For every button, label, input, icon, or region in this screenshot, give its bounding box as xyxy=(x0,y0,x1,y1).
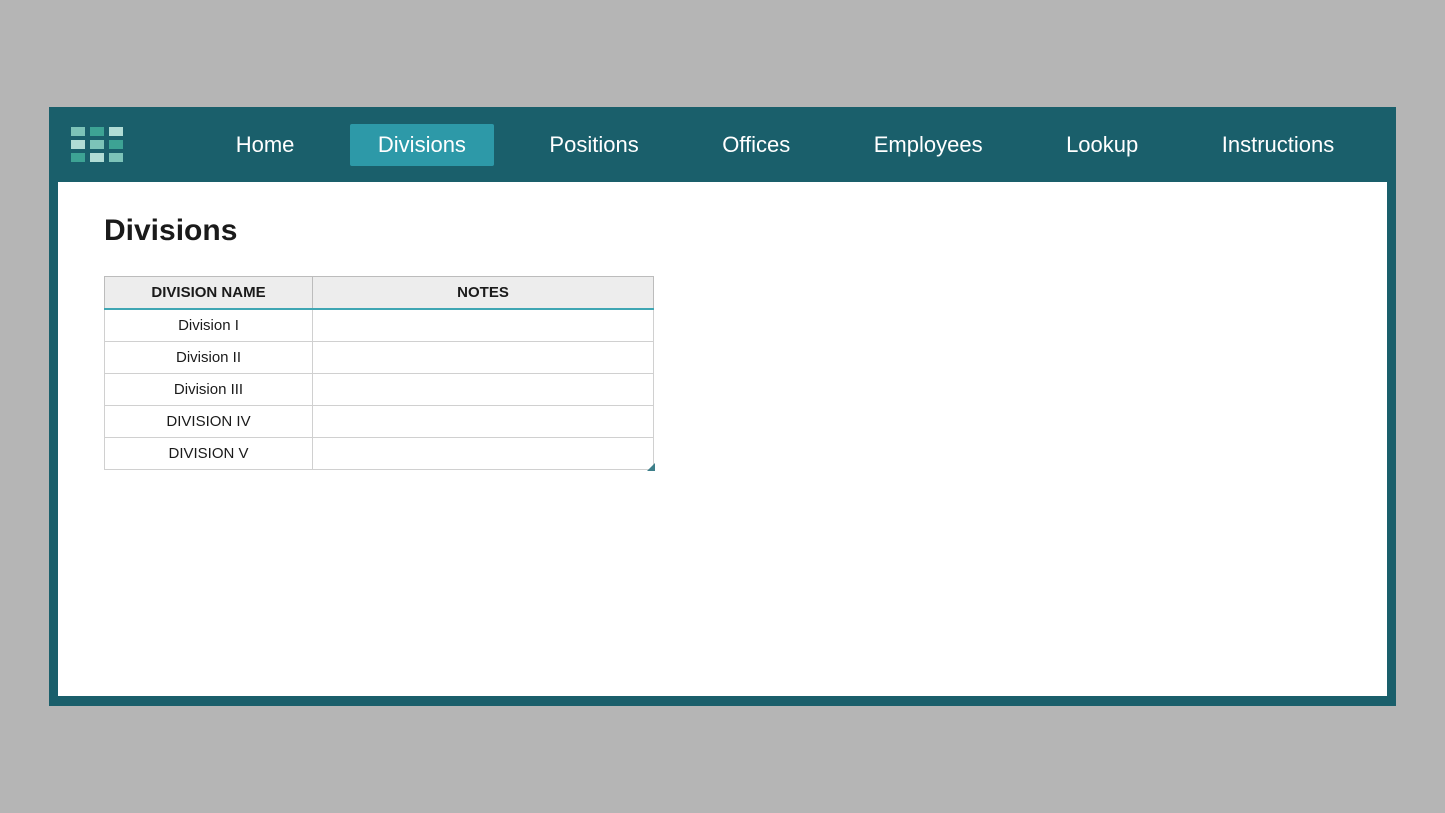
nav-lookup[interactable]: Lookup xyxy=(1038,124,1166,166)
table-row[interactable]: Division III xyxy=(105,373,654,405)
nav-positions[interactable]: Positions xyxy=(521,124,666,166)
table-row[interactable]: DIVISION V xyxy=(105,437,654,469)
cell-notes[interactable] xyxy=(313,405,654,437)
nav-items: Home Divisions Positions Offices Employe… xyxy=(194,124,1396,166)
divisions-table: DIVISION NAME NOTES Division I Division … xyxy=(104,276,654,470)
table-wrapper: DIVISION NAME NOTES Division I Division … xyxy=(104,276,654,470)
nav-employees[interactable]: Employees xyxy=(846,124,1011,166)
nav-offices[interactable]: Offices xyxy=(694,124,818,166)
app-window: Home Divisions Positions Offices Employe… xyxy=(49,107,1396,706)
header-notes[interactable]: NOTES xyxy=(313,277,654,310)
table-row[interactable]: Division II xyxy=(105,341,654,373)
cell-division-name[interactable]: DIVISION V xyxy=(105,437,313,469)
table-resize-handle-icon[interactable] xyxy=(647,463,655,471)
cell-notes[interactable] xyxy=(313,373,654,405)
cell-division-name[interactable]: Division I xyxy=(105,309,313,341)
cell-division-name[interactable]: DIVISION IV xyxy=(105,405,313,437)
nav-bar: Home Divisions Positions Offices Employe… xyxy=(49,107,1396,182)
cell-notes[interactable] xyxy=(313,341,654,373)
table-row[interactable]: Division I xyxy=(105,309,654,341)
cell-notes[interactable] xyxy=(313,437,654,469)
table-row[interactable]: DIVISION IV xyxy=(105,405,654,437)
content-area: Divisions DIVISION NAME NOTES Division I… xyxy=(58,182,1387,696)
table-header-row: DIVISION NAME NOTES xyxy=(105,277,654,310)
nav-home[interactable]: Home xyxy=(208,124,323,166)
page-title: Divisions xyxy=(104,214,1341,248)
logo-icon xyxy=(71,126,126,164)
nav-divisions[interactable]: Divisions xyxy=(350,124,494,166)
cell-division-name[interactable]: Division III xyxy=(105,373,313,405)
nav-instructions[interactable]: Instructions xyxy=(1194,124,1363,166)
cell-notes[interactable] xyxy=(313,309,654,341)
header-division-name[interactable]: DIVISION NAME xyxy=(105,277,313,310)
cell-division-name[interactable]: Division II xyxy=(105,341,313,373)
